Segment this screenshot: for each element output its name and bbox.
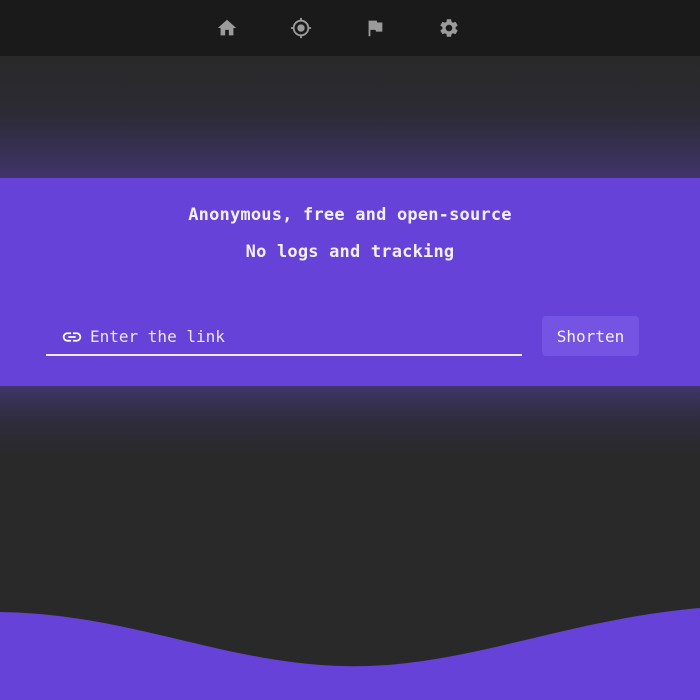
target-icon: [290, 17, 312, 39]
flag-icon: [368, 20, 383, 37]
link-field[interactable]: [46, 316, 522, 356]
shorten-button[interactable]: Shorten: [542, 316, 639, 356]
home-icon: [217, 19, 237, 36]
link-icon: [61, 326, 83, 348]
locate-nav-button[interactable]: [285, 12, 317, 44]
flag-nav-button[interactable]: [359, 12, 391, 44]
link-input[interactable]: [90, 322, 510, 350]
home-nav-button[interactable]: [211, 12, 243, 44]
hero-subtitle: No logs and tracking: [245, 242, 455, 262]
bottom-wave: [0, 600, 700, 700]
settings-nav-button[interactable]: [433, 12, 465, 44]
bottom-glow: [0, 386, 700, 456]
top-glow: [0, 56, 700, 178]
gear-icon: [440, 19, 458, 37]
hero-tagline: Anonymous, free and open-source: [188, 205, 512, 225]
top-navigation: [0, 0, 700, 56]
